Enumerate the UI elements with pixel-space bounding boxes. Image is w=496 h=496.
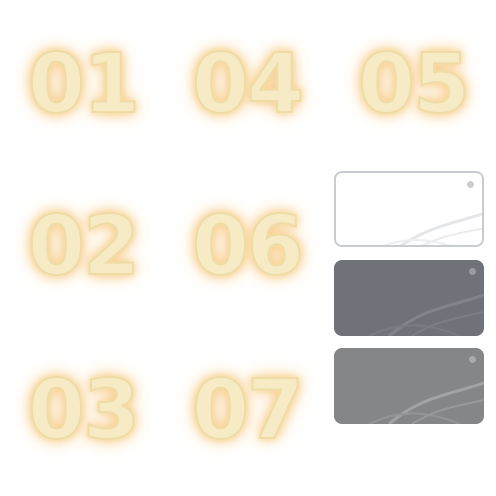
numeral-02: 02 [27, 199, 141, 294]
wave-pattern [368, 381, 484, 424]
gray-swatch[interactable] [334, 348, 484, 424]
numeral-04: 04 [191, 37, 305, 132]
hole-icon [467, 181, 474, 188]
numeral-05: 05 [357, 37, 471, 132]
numeral-03: 03 [27, 363, 141, 458]
numeral-06: 06 [191, 199, 305, 294]
hole-icon [469, 356, 476, 363]
white-swatch[interactable] [334, 171, 484, 247]
numeral-01: 01 [27, 37, 141, 132]
hole-icon [469, 268, 476, 275]
wave-pattern [383, 212, 482, 245]
numeral-07: 07 [191, 363, 305, 458]
dark-gray-swatch[interactable] [334, 260, 484, 336]
wave-pattern [368, 293, 484, 336]
